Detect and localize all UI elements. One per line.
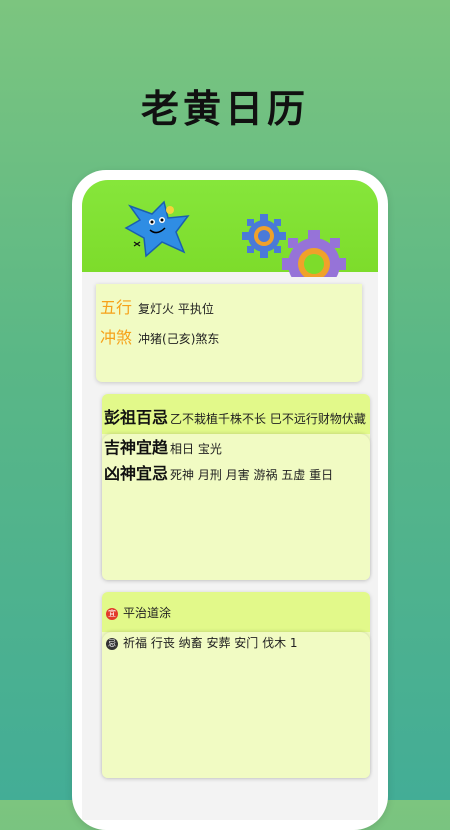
ji-value: 祈福 行丧 纳畜 安葬 安门 伐木 1 — [123, 636, 298, 650]
jishen-label: 吉神宜趋 — [104, 438, 169, 457]
ji-row: 忌 祈福 行丧 纳畜 安葬 安门 伐木 1 — [106, 634, 298, 651]
pengzu-value: 乙不栽植千株不长 巳不远行财物伏藏 — [170, 412, 366, 426]
xiongshen-row: 凶神宜忌 死神 月刑 月害 游祸 五虚 重日 — [104, 460, 333, 484]
phone-screen: 五行 复灯火 平执位 冲煞 冲猪(己亥)煞东 彭祖百忌 乙不栽植千株不长 巳不远… — [82, 180, 378, 820]
yi-badge: 宜 — [106, 608, 118, 620]
pengzu-label: 彭祖百忌 — [104, 408, 169, 427]
chongsha-row: 冲煞 冲猪(己亥)煞东 — [100, 324, 219, 348]
wuxing-row: 五行 复灯火 平执位 — [100, 294, 214, 318]
yi-row: 宜 平治道涂 — [106, 604, 171, 621]
ji-badge: 忌 — [106, 638, 118, 650]
xiongshen-label: 凶神宜忌 — [104, 464, 169, 483]
chongsha-label: 冲煞 — [100, 328, 133, 347]
wuxing-label: 五行 — [100, 298, 133, 317]
jishen-row: 吉神宜趋 相日 宝光 — [104, 434, 222, 458]
yiji-card-body — [102, 632, 370, 778]
yiji-card: 宜 平治道涂 忌 祈福 行丧 纳畜 安葬 安门 伐木 1 — [102, 592, 370, 778]
chongsha-value: 冲猪(己亥)煞东 — [138, 332, 220, 346]
star-mascot-icon — [124, 200, 190, 258]
yi-value: 平治道涂 — [123, 606, 172, 620]
gears-icon — [242, 214, 346, 277]
phone-frame: 五行 复灯火 平执位 冲煞 冲猪(己亥)煞东 彭祖百忌 乙不栽植千株不长 巳不远… — [72, 170, 388, 830]
wuxing-card: 五行 复灯火 平执位 冲煞 冲猪(己亥)煞东 — [96, 284, 362, 382]
header-banner — [82, 180, 378, 277]
jishen-value: 相日 宝光 — [170, 442, 222, 456]
pengzu-row: 彭祖百忌 乙不栽植千株不长 巳不远行财物伏藏 — [104, 404, 366, 428]
app-title: 老黄日历 — [140, 87, 309, 131]
wuxing-value: 复灯火 平执位 — [138, 302, 214, 316]
xiongshen-value: 死神 月刑 月害 游祸 五虚 重日 — [170, 468, 334, 482]
shen-card: 彭祖百忌 乙不栽植千株不长 巳不远行财物伏藏 吉神宜趋 相日 宝光 凶神宜忌 死… — [102, 394, 370, 580]
